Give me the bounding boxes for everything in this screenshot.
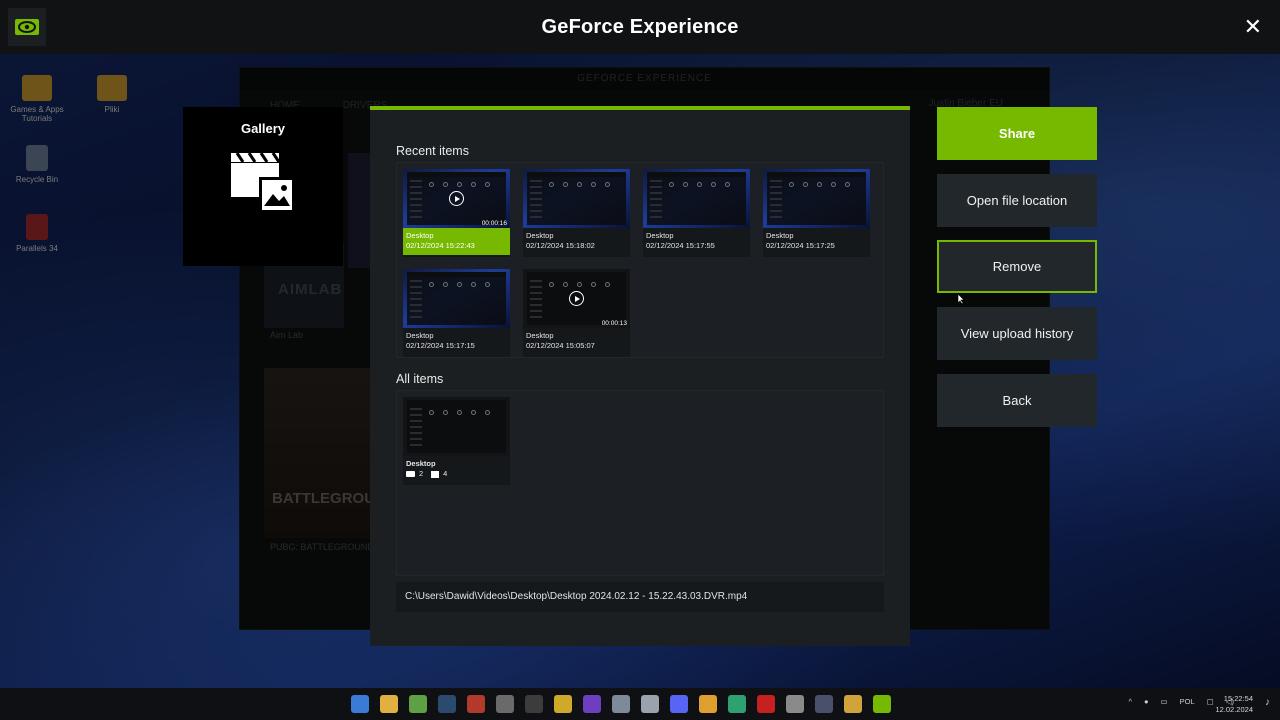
- item-date: 02/12/2024 15:05:07: [526, 341, 595, 350]
- recent-items-title: Recent items: [396, 144, 469, 158]
- discord-icon[interactable]: [670, 695, 688, 713]
- all-items-grid: Desktop 2 4: [396, 390, 884, 576]
- edge-icon[interactable]: [728, 695, 746, 713]
- taskbar-apps: [351, 695, 891, 713]
- thumbnail-image: [403, 269, 510, 328]
- thumbnail-image: [403, 397, 510, 456]
- nvidia-logo-icon: [8, 8, 46, 46]
- thumbnail-image: 00:00:16: [403, 169, 510, 228]
- image-icon: [431, 470, 440, 478]
- app-icon[interactable]: [786, 695, 804, 713]
- notification-bell-icon[interactable]: ♪: [1265, 697, 1270, 708]
- item-name: Desktop: [526, 231, 554, 240]
- image-count: 4: [443, 469, 448, 478]
- file-path: C:\Users\Dawid\Videos\Desktop\Desktop 20…: [396, 582, 884, 612]
- recent-items-grid: 00:00:16 Desktop 02/12/2024 15:22:43 Des…: [396, 162, 884, 358]
- share-button[interactable]: Share: [937, 107, 1097, 160]
- video-duration: 00:00:13: [601, 320, 627, 327]
- item-date: 02/12/2024 15:22:43: [406, 241, 475, 250]
- settings-app-icon[interactable]: [496, 695, 514, 713]
- recent-item-thumb[interactable]: Desktop 02/12/2024 15:17:55: [643, 169, 750, 257]
- all-item-folder[interactable]: Desktop 2 4: [403, 397, 510, 485]
- calculator-icon[interactable]: [612, 695, 630, 713]
- item-name: Desktop: [406, 459, 436, 468]
- gear-icon[interactable]: [641, 695, 659, 713]
- thumb-meta: Desktop 2 4: [403, 456, 510, 483]
- item-name: Desktop: [646, 231, 674, 240]
- recent-item-thumb[interactable]: Desktop 02/12/2024 15:18:02: [523, 169, 630, 257]
- all-items-title: All items: [396, 372, 444, 386]
- item-date: 02/12/2024 15:18:02: [526, 241, 595, 250]
- thumbnail-image: [763, 169, 870, 228]
- language-indicator[interactable]: POL: [1180, 697, 1195, 706]
- thumbnail-image: 00:00:13: [523, 269, 630, 328]
- recent-item-thumb[interactable]: 00:00:13 Desktop 02/12/2024 15:05:07: [523, 269, 630, 357]
- item-name: Desktop: [766, 231, 794, 240]
- back-button[interactable]: Back: [937, 374, 1097, 427]
- microphone-icon[interactable]: ●: [1144, 697, 1149, 706]
- app-title: GeForce Experience: [541, 15, 739, 38]
- keyboard-icon[interactable]: ▭: [1161, 697, 1168, 706]
- play-icon: [569, 291, 584, 306]
- file-explorer-icon[interactable]: [380, 695, 398, 713]
- clock-date: 12.02.2024: [1215, 705, 1253, 714]
- open-file-location-button[interactable]: Open file location: [937, 174, 1097, 227]
- recent-item-thumb[interactable]: Desktop 02/12/2024 15:17:25: [763, 169, 870, 257]
- gallery-tile: Gallery: [183, 107, 343, 266]
- thumb-meta: Desktop 02/12/2024 15:17:55: [643, 228, 750, 255]
- start-icon[interactable]: [351, 695, 369, 713]
- video-count: 2: [419, 469, 424, 478]
- chrome-icon[interactable]: [699, 695, 717, 713]
- network-icon[interactable]: ▢: [1207, 697, 1214, 706]
- notepad-icon[interactable]: [409, 695, 427, 713]
- chevron-up-icon[interactable]: ^: [1128, 697, 1132, 706]
- recent-item-thumb[interactable]: 00:00:16 Desktop 02/12/2024 15:22:43: [403, 169, 510, 257]
- obs-icon[interactable]: [815, 695, 833, 713]
- item-name: Desktop: [406, 231, 434, 240]
- gallery-panel: Recent items 00:00:16 Desktop 02/12/2024…: [370, 106, 910, 646]
- thumbnail-image: [643, 169, 750, 228]
- view-upload-history-button[interactable]: View upload history: [937, 307, 1097, 360]
- game-launcher-icon[interactable]: [467, 695, 485, 713]
- play-icon: [449, 191, 464, 206]
- thumb-meta: Desktop 02/12/2024 15:22:43: [403, 228, 510, 255]
- item-date: 02/12/2024 15:17:25: [766, 241, 835, 250]
- thumb-meta: Desktop 02/12/2024 15:17:15: [403, 328, 510, 355]
- steam-icon[interactable]: [438, 695, 456, 713]
- gallery-clapper-icon: [229, 151, 297, 224]
- thumb-meta: Desktop 02/12/2024 15:18:02: [523, 228, 630, 255]
- remove-button[interactable]: Remove: [937, 240, 1097, 293]
- media-app-icon[interactable]: [583, 695, 601, 713]
- unity-icon[interactable]: [525, 695, 543, 713]
- item-name: Desktop: [526, 331, 554, 340]
- folder-icon[interactable]: [844, 695, 862, 713]
- item-date: 02/12/2024 15:17:15: [406, 341, 475, 350]
- overlay-header: GeForce Experience ✕: [0, 0, 1280, 54]
- item-date: 02/12/2024 15:17:55: [646, 241, 715, 250]
- thumbnail-image: [523, 169, 630, 228]
- taskbar-clock[interactable]: 15:22:54 12.02.2024: [1215, 693, 1253, 715]
- sticky-notes-icon[interactable]: [554, 695, 572, 713]
- thumb-meta: Desktop 02/12/2024 15:05:07: [523, 328, 630, 355]
- clock-time: 15:22:54: [1223, 694, 1253, 703]
- video-camera-icon: [406, 471, 415, 477]
- gallery-tile-title: Gallery: [240, 121, 286, 136]
- item-counts: 2 4: [406, 469, 507, 479]
- mouse-cursor-icon: [957, 293, 965, 305]
- video-duration: 00:00:16: [481, 220, 507, 227]
- thumb-meta: Desktop 02/12/2024 15:17:25: [763, 228, 870, 255]
- nvidia-icon[interactable]: [873, 695, 891, 713]
- windows-taskbar: ^ ● ▭ POL ▢ ◁) 15:22:54 12.02.2024 ♪: [0, 688, 1280, 720]
- opera-icon[interactable]: [757, 695, 775, 713]
- item-name: Desktop: [406, 331, 434, 340]
- recent-item-thumb[interactable]: Desktop 02/12/2024 15:17:15: [403, 269, 510, 357]
- close-icon[interactable]: ✕: [1244, 14, 1262, 40]
